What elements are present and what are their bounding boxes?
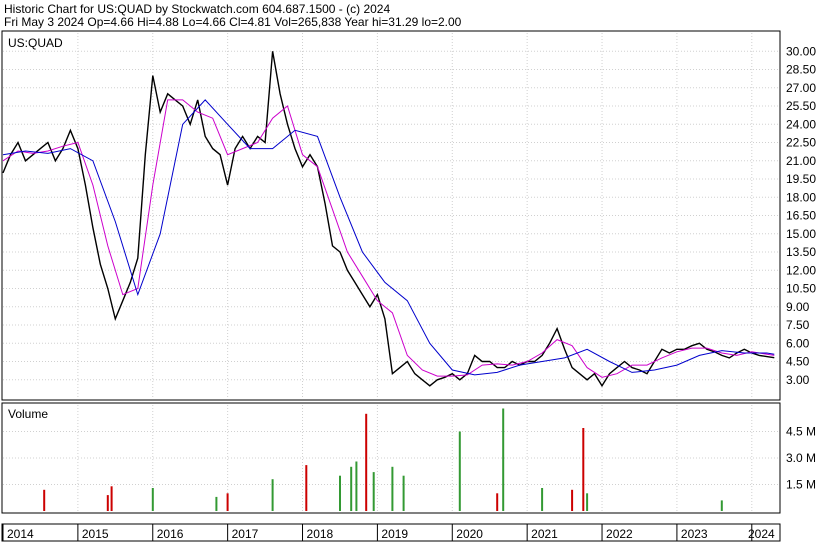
volume-bar (502, 408, 505, 511)
volume-bar (391, 466, 394, 511)
x-tick-label: 2017 (232, 527, 259, 541)
volume-tick-label: 1.5 M (786, 478, 816, 492)
volume-bar (586, 493, 589, 511)
volume-bar (582, 428, 585, 511)
price-panel-label: US:QUAD (8, 36, 63, 50)
volume-bar (365, 413, 368, 511)
volume-bar (350, 466, 353, 511)
price-axis: 30.00 28.50 27.00 25.50 24.00 22.50 21.00 19.50… (786, 44, 816, 387)
volume-bar (226, 493, 229, 511)
volume-bar (372, 472, 375, 511)
price-tick-label: 24.00 (786, 117, 816, 131)
price-tick-label: 16.50 (786, 209, 816, 223)
x-tick-label: 2023 (681, 527, 708, 541)
price-tick-label: 21.00 (786, 154, 816, 168)
volume-bar (355, 461, 358, 511)
volume-bar (305, 465, 308, 511)
chart-header-line2: Fri May 3 2024 Op=4.66 Hi=4.88 Lo=4.66 C… (4, 15, 462, 29)
price-tick-label: 18.00 (786, 190, 816, 204)
volume-bar (106, 495, 109, 511)
volume-bar (110, 486, 113, 511)
price-tick-label: 19.50 (786, 172, 816, 186)
x-tick-label: 2014 (7, 527, 34, 541)
volume-bar (720, 500, 723, 511)
volume-bar (402, 475, 405, 511)
volume-bar (571, 489, 574, 511)
volume-bar (215, 496, 218, 511)
price-tick-label: 12.00 (786, 263, 816, 277)
x-tick-label: 2019 (381, 527, 408, 541)
price-tick-label: 27.00 (786, 81, 816, 95)
price-tick-label: 15.00 (786, 227, 816, 241)
chart-header-line1: Historic Chart for US:QUAD by Stockwatch… (4, 2, 390, 16)
x-tick-label: 2022 (606, 527, 633, 541)
volume-axis: 4.5 M 3.0 M 1.5 M (786, 425, 816, 492)
volume-tick-label: 3.0 M (786, 451, 816, 465)
x-tick-label: 2020 (456, 527, 483, 541)
x-tick-label: 2015 (82, 527, 109, 541)
price-tick-label: 4.50 (786, 355, 810, 369)
price-tick-label: 13.50 (786, 245, 816, 259)
stock-chart: Historic Chart for US:QUAD by Stockwatch… (1, 2, 816, 542)
price-tick-label: 25.50 (786, 99, 816, 113)
price-tick-label: 3.00 (786, 373, 810, 387)
volume-bar (496, 493, 499, 511)
volume-panel-label: Volume (8, 407, 48, 421)
price-tick-label: 28.50 (786, 63, 816, 77)
volume-bar (541, 488, 544, 511)
price-tick-label: 10.50 (786, 282, 816, 296)
price-tick-label: 9.00 (786, 300, 810, 314)
volume-bar (339, 475, 341, 511)
volume-tick-label: 4.5 M (786, 425, 816, 439)
price-tick-label: 22.50 (786, 136, 816, 150)
volume-bar (271, 479, 274, 511)
x-tick-label: 2021 (531, 527, 558, 541)
price-tick-label: 6.00 (786, 336, 810, 350)
price-tick-label: 7.50 (786, 318, 810, 332)
price-tick-label: 30.00 (786, 44, 816, 58)
volume-bar (458, 431, 461, 511)
x-tick-label: 2024 (748, 527, 775, 541)
x-tick-label: 2016 (157, 527, 184, 541)
volume-bar (151, 488, 154, 511)
x-tick-label: 2018 (307, 527, 334, 541)
volume-bar (43, 489, 46, 511)
